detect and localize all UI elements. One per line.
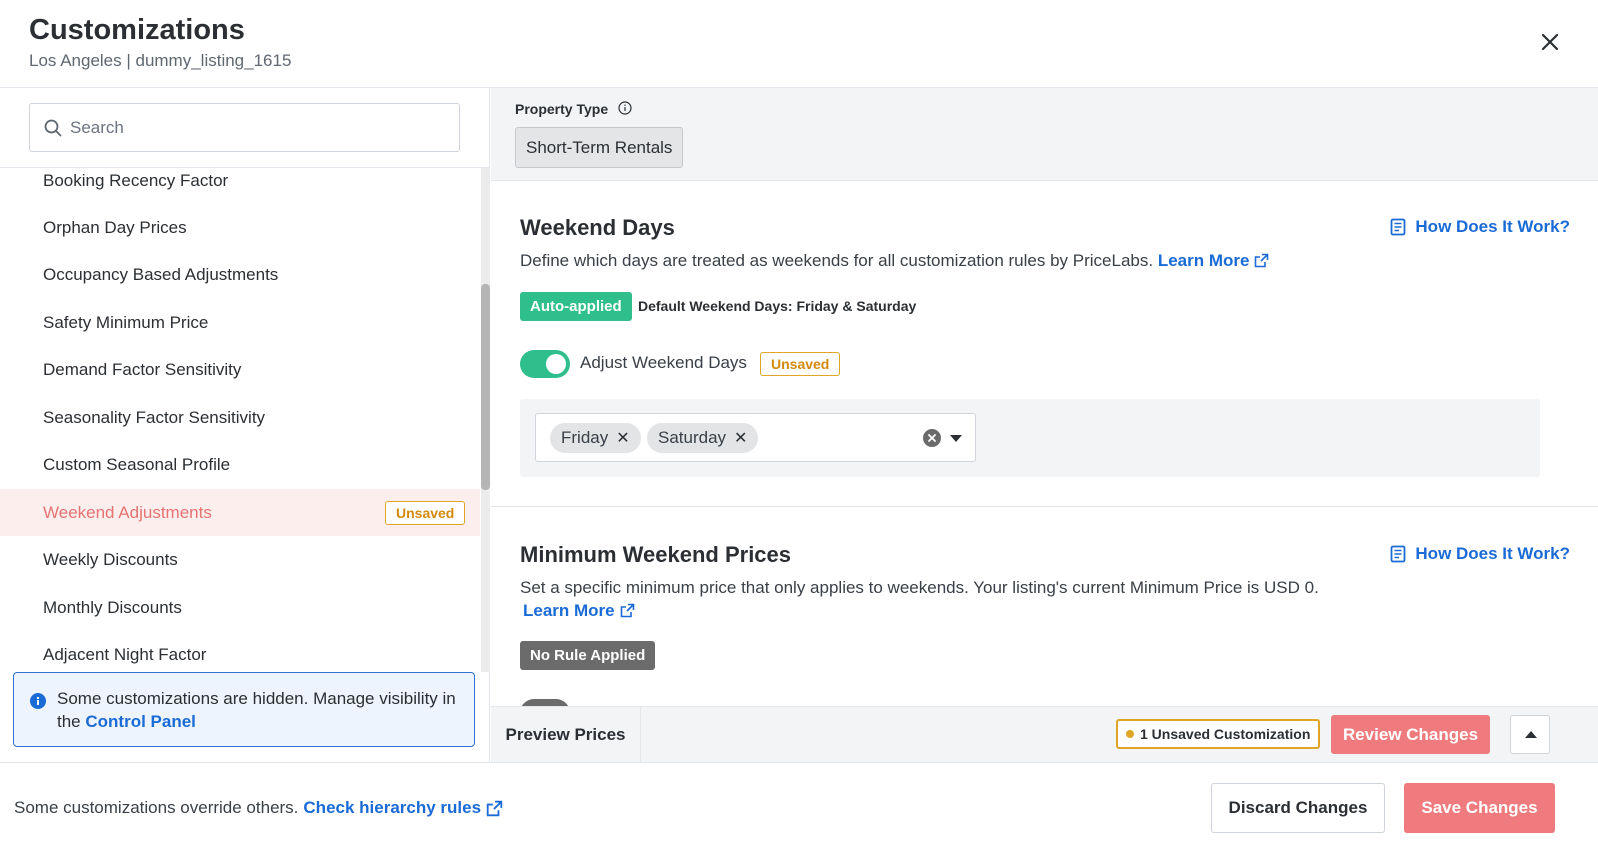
hierarchy-link-label: Check hierarchy rules bbox=[303, 798, 482, 817]
how-link-label: How Does It Work? bbox=[1415, 217, 1570, 236]
unsaved-badge: Unsaved bbox=[385, 501, 466, 525]
property-type-select[interactable]: Short-Term Rentals bbox=[515, 127, 684, 168]
remove-chip-icon[interactable]: ✕ bbox=[616, 430, 629, 447]
external-link-icon bbox=[620, 603, 634, 618]
no-rule-row: No Rule Applied bbox=[520, 641, 656, 670]
search-box[interactable] bbox=[29, 103, 460, 152]
info-icon bbox=[30, 693, 46, 709]
chip-saturday[interactable]: Saturday ✕ bbox=[647, 423, 759, 453]
sidebar-item-adjacent-night-factor[interactable]: Adjacent Night Factor bbox=[0, 631, 480, 668]
unsaved-count-badge[interactable]: 1 Unsaved Customization bbox=[1116, 719, 1321, 749]
min-weekend-prices-toggle[interactable] bbox=[520, 699, 570, 706]
sidebar-item-label: Custom Seasonal Profile bbox=[43, 454, 231, 474]
unsaved-count-label: 1 Unsaved Customization bbox=[1140, 726, 1311, 742]
close-button[interactable] bbox=[1538, 30, 1562, 54]
info-outline-icon[interactable] bbox=[618, 101, 632, 115]
scrollbar-thumb[interactable] bbox=[481, 284, 490, 490]
learn-more-link[interactable]: Learn More bbox=[523, 599, 635, 622]
sidebar-item-seasonality-factor-sensitivity[interactable]: Seasonality Factor Sensitivity bbox=[0, 394, 480, 441]
no-rule-applied-badge: No Rule Applied bbox=[520, 641, 656, 670]
sidebar-item-booking-recency-factor[interactable]: Booking Recency Factor bbox=[0, 168, 480, 204]
main-panel: Property Type Short-Term Rentals Weekend… bbox=[491, 88, 1598, 706]
book-icon bbox=[1391, 545, 1406, 563]
hierarchy-note: Some customizations override others. Che… bbox=[14, 798, 503, 818]
sidebar-item-label: Orphan Day Prices bbox=[43, 217, 187, 237]
sidebar-item-orphan-day-prices[interactable]: Orphan Day Prices bbox=[0, 204, 480, 251]
adjust-weekend-days-toggle[interactable] bbox=[520, 350, 570, 378]
preview-prices-button[interactable]: Preview Prices bbox=[491, 707, 641, 762]
clear-x-icon bbox=[928, 434, 936, 442]
auto-applied-row: Auto-applied bbox=[520, 292, 632, 321]
min-weekend-prices-description: Set a specific minimum price that only a… bbox=[520, 576, 1520, 622]
sidebar-item-label: Monthly Discounts bbox=[43, 597, 182, 617]
auto-applied-badge: Auto-applied bbox=[520, 292, 632, 321]
modal-header: Customizations Los Angeles | dummy_listi… bbox=[0, 0, 1598, 88]
customization-list: Booking Recency Factor Orphan Day Prices… bbox=[0, 168, 480, 668]
close-icon bbox=[1541, 33, 1559, 51]
check-hierarchy-link[interactable]: Check hierarchy rules bbox=[303, 798, 503, 818]
sidebar-item-custom-seasonal-profile[interactable]: Custom Seasonal Profile bbox=[0, 441, 480, 488]
adjust-weekend-days-label: Adjust Weekend Days bbox=[580, 353, 747, 372]
learn-more-link[interactable]: Learn More bbox=[1158, 249, 1270, 272]
search-input[interactable] bbox=[70, 104, 450, 151]
section-divider bbox=[491, 506, 1598, 507]
expand-up-button[interactable] bbox=[1510, 715, 1550, 754]
sidebar-item-label: Weekly Discounts bbox=[43, 549, 178, 569]
book-icon bbox=[1391, 218, 1406, 236]
sidebar-item-label: Demand Factor Sensitivity bbox=[43, 359, 242, 379]
weekend-days-how-link[interactable]: How Does It Work? bbox=[1390, 217, 1570, 237]
status-dot bbox=[1126, 730, 1134, 738]
sidebar-item-weekly-discounts[interactable]: Weekly Discounts bbox=[0, 536, 480, 583]
unsaved-badge: Unsaved bbox=[760, 352, 841, 376]
unsaved-badge-wrapper: Unsaved bbox=[760, 352, 841, 376]
sidebar-item-label: Occupancy Based Adjustments bbox=[43, 264, 279, 284]
remove-chip-icon[interactable]: ✕ bbox=[734, 430, 747, 447]
chevron-up-icon bbox=[1525, 731, 1537, 738]
weekend-days-selector-area: Friday ✕ Saturday ✕ bbox=[520, 399, 1540, 477]
property-type-block: Property Type Short-Term Rentals bbox=[491, 88, 1598, 181]
toggle-knob bbox=[546, 354, 566, 374]
chevron-down-icon[interactable] bbox=[950, 435, 962, 442]
preview-bar: Preview Prices 1 Unsaved Customization R… bbox=[491, 706, 1598, 762]
hidden-customizations-notice: Some customizations are hidden. Manage v… bbox=[13, 672, 475, 747]
modal-footer: Some customizations override others. Che… bbox=[0, 762, 1598, 864]
how-link-label: How Does It Work? bbox=[1415, 544, 1570, 563]
min-weekend-prices-title: Minimum Weekend Prices bbox=[520, 542, 792, 567]
sidebar-item-safety-minimum-price[interactable]: Safety Minimum Price bbox=[0, 299, 480, 346]
property-type-label: Property Type bbox=[515, 101, 609, 117]
default-weekend-text: Default Weekend Days: Friday & Saturday bbox=[638, 298, 917, 314]
external-link-icon bbox=[1255, 253, 1269, 268]
min-weekend-prices-how-link[interactable]: How Does It Work? bbox=[1390, 544, 1570, 564]
save-changes-button[interactable]: Save Changes bbox=[1404, 783, 1555, 833]
discard-changes-button[interactable]: Discard Changes bbox=[1211, 783, 1385, 833]
chip-friday[interactable]: Friday ✕ bbox=[550, 423, 641, 453]
review-changes-button[interactable]: Review Changes bbox=[1331, 715, 1490, 754]
listing-subtitle: Los Angeles | dummy_listing_1615 bbox=[29, 51, 292, 70]
sidebar-item-label: Booking Recency Factor bbox=[43, 170, 229, 190]
sidebar-item-label: Adjacent Night Factor bbox=[43, 644, 207, 664]
hierarchy-text: Some customizations override others. bbox=[14, 798, 299, 817]
sidebar-item-monthly-discounts[interactable]: Monthly Discounts bbox=[0, 584, 480, 631]
page-title: Customizations bbox=[29, 14, 245, 46]
sidebar-item-label: Seasonality Factor Sensitivity bbox=[43, 407, 266, 427]
sidebar-item-occupancy-based-adjustments[interactable]: Occupancy Based Adjustments bbox=[0, 251, 480, 298]
control-panel-link[interactable]: Control Panel bbox=[85, 712, 196, 731]
description-text: Set a specific minimum price that only a… bbox=[520, 578, 1319, 597]
search-icon bbox=[44, 119, 62, 137]
clear-all-icon[interactable] bbox=[923, 429, 941, 447]
chip-label: Friday bbox=[561, 428, 609, 447]
weekend-days-description: Define which days are treated as weekend… bbox=[520, 249, 1269, 272]
sidebar-item-label: Safety Minimum Price bbox=[43, 312, 209, 332]
sidebar: Booking Recency Factor Orphan Day Prices… bbox=[0, 88, 490, 762]
chip-label: Saturday bbox=[658, 428, 727, 447]
external-link-icon bbox=[486, 800, 503, 816]
sidebar-item-label: Weekend Adjustments bbox=[43, 502, 212, 522]
sidebar-item-weekend-adjustments[interactable]: Weekend Adjustments Unsaved bbox=[0, 489, 480, 536]
sidebar-item-demand-factor-sensitivity[interactable]: Demand Factor Sensitivity bbox=[0, 346, 480, 393]
description-text: Define which days are treated as weekend… bbox=[520, 251, 1154, 270]
learn-more-label: Learn More bbox=[523, 601, 615, 620]
learn-more-label: Learn More bbox=[1157, 251, 1250, 270]
weekend-days-multiselect[interactable]: Friday ✕ Saturday ✕ bbox=[535, 413, 976, 462]
weekend-days-title: Weekend Days bbox=[520, 215, 675, 240]
